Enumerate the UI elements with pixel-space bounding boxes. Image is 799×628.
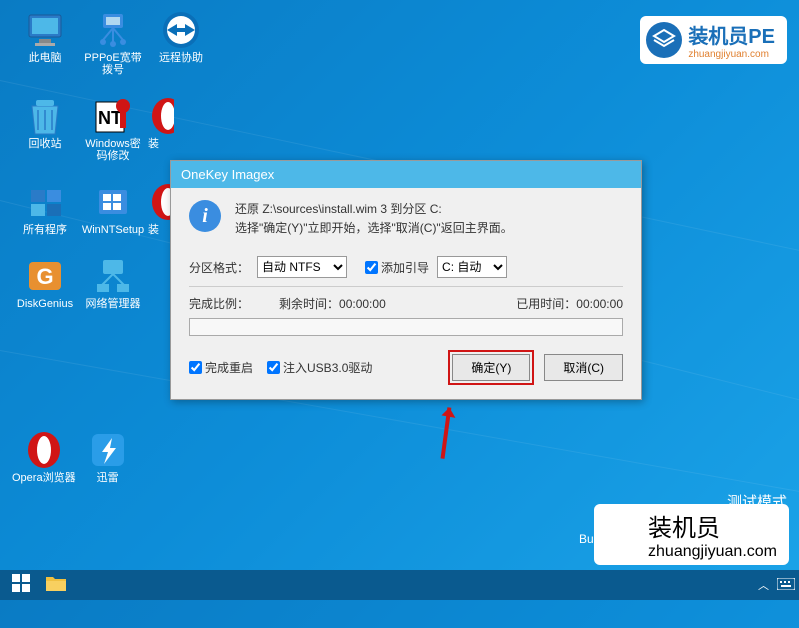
select-boot-drive[interactable]: C: 自动 [437, 256, 507, 278]
netmgr-icon [93, 256, 133, 296]
system-tray: ︿ [758, 577, 795, 593]
brand-url: zhuangjiyuan.com [648, 543, 777, 561]
desktop-icon-winnt[interactable]: WinNTSetup [80, 182, 146, 236]
icon-label: PPPoE宽带拨号 [80, 52, 146, 76]
taskbar-explorer[interactable] [38, 571, 74, 600]
value-remain: 00:00:00 [339, 297, 386, 311]
desktop-icon-remote[interactable]: 远程协助 [148, 10, 214, 76]
icon-label: Opera浏览器 [12, 472, 76, 484]
start-button[interactable] [4, 570, 38, 601]
brand-logo-icon [646, 22, 682, 58]
checkbox-usb3-input[interactable] [267, 361, 280, 374]
network-icon [93, 10, 133, 50]
icon-label: WinNTSetup [82, 224, 144, 236]
ntpw-icon: NT [93, 96, 133, 136]
msg-line1: 还原 Z:\sources\install.wim 3 到分区 C: [235, 200, 513, 219]
tray-chevron-icon[interactable]: ︿ [758, 577, 769, 593]
teamviewer-icon [161, 10, 201, 50]
desktop-icon-opera-cut[interactable]: 装 [148, 96, 174, 162]
icon-label: 此电脑 [29, 52, 62, 64]
xunlei-icon [88, 430, 128, 470]
icon-label: 装 [148, 138, 159, 150]
checkbox-add-boot[interactable]: 添加引导 [365, 259, 429, 276]
brand-badge-bottom: 装机员 zhuangjiyuan.com [594, 504, 789, 565]
msg-line2: 选择"确定(Y)"立即开始，选择"取消(C)"返回主界面。 [235, 219, 513, 238]
checkbox-reboot[interactable]: 完成重启 [189, 359, 253, 376]
onekey-imagex-dialog: OneKey Imagex i 还原 Z:\sources\install.wi… [170, 160, 642, 400]
desktop-icon-diskgenius[interactable]: G DiskGenius [12, 256, 78, 310]
value-elapsed: 00:00:00 [576, 297, 623, 311]
dialog-message: 还原 Z:\sources\install.wim 3 到分区 C: 选择"确定… [235, 200, 513, 238]
pc-icon [25, 10, 65, 50]
recycle-icon [25, 96, 65, 136]
desktop-icon-programs[interactable]: 所有程序 [12, 182, 78, 236]
icon-label: 所有程序 [23, 224, 67, 236]
info-icon: i [189, 200, 221, 232]
label-remain: 剩余时间： [279, 297, 339, 311]
diskgenius-icon: G [25, 256, 65, 296]
icon-label: 回收站 [29, 138, 62, 150]
icon-label: 装 [148, 224, 159, 236]
brand-title: 装机员 [648, 508, 777, 543]
tray-keyboard-icon[interactable] [777, 578, 795, 593]
icon-label: Windows密码修改 [80, 138, 146, 162]
brand-logo-icon [600, 514, 642, 556]
dialog-titlebar[interactable]: OneKey Imagex [171, 161, 641, 188]
opera-icon [148, 96, 174, 136]
programs-icon [25, 182, 65, 222]
icon-label: 远程协助 [159, 52, 203, 64]
brand-badge-top: 装机员PE zhuangjiyuan.com [640, 16, 787, 64]
progress-bar [189, 318, 623, 336]
label-partition-format: 分区格式： [189, 259, 249, 276]
desktop-icon-recycle[interactable]: 回收站 [12, 96, 78, 162]
taskbar: ︿ [0, 570, 799, 600]
winnt-icon [93, 182, 133, 222]
select-partition-format[interactable]: 自动 NTFS [257, 256, 347, 278]
checkbox-usb3[interactable]: 注入USB3.0驱动 [267, 359, 372, 376]
cancel-button[interactable]: 取消(C) [544, 354, 623, 381]
svg-text:G: G [36, 264, 53, 289]
ok-button[interactable]: 确定(Y) [452, 354, 530, 381]
desktop-icon-netmgr[interactable]: 网络管理器 [80, 256, 146, 310]
checkbox-add-boot-input[interactable] [365, 261, 378, 274]
label-ratio: 完成比例： [189, 297, 249, 311]
icon-label: 网络管理器 [86, 298, 141, 310]
brand-title: 装机员PE [688, 20, 775, 49]
label-elapsed: 已用时间： [516, 297, 576, 311]
desktop-icons-row5: Opera浏览器 迅雷 [12, 430, 128, 484]
icon-label: DiskGenius [17, 298, 73, 310]
checkbox-reboot-input[interactable] [189, 361, 202, 374]
desktop-icon-opera[interactable]: Opera浏览器 [12, 430, 76, 484]
desktop-icon-pppoe[interactable]: PPPoE宽带拨号 [80, 10, 146, 76]
desktop-icon-this-pc[interactable]: 此电脑 [12, 10, 78, 76]
icon-label: 迅雷 [97, 472, 119, 484]
brand-url: zhuangjiyuan.com [688, 49, 775, 60]
desktop-icon-xunlei[interactable]: 迅雷 [88, 430, 128, 484]
opera-icon [24, 430, 64, 470]
desktop-icon-winpw[interactable]: NT Windows密码修改 [80, 96, 146, 162]
